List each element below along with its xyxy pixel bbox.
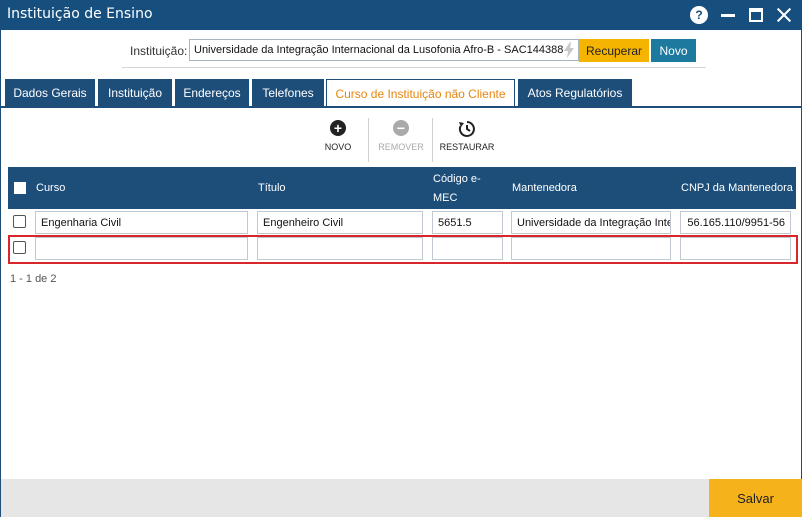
curso-cell[interactable]: Engenharia Civil [35,211,248,234]
restore-icon [458,121,475,137]
novo-label: NOVO [324,142,352,152]
recuperar-button[interactable]: Recuperar [579,39,649,62]
remover-label: REMOVER [378,142,424,152]
tab-enderecos[interactable]: Endereços [175,79,249,107]
mantenedora-cell[interactable]: Universidade da Integração Inter [511,211,671,234]
header-codigo-line1[interactable]: Código e- [433,173,481,185]
institution-input[interactable]: Universidade da Integração Internacional… [189,39,579,61]
divider [432,118,433,162]
plus-icon: + [330,120,346,136]
titulo-cell[interactable]: Engenheiro Civil [257,211,423,234]
table-row: Engenharia Civil Engenheiro Civil 5651.5… [8,209,796,235]
header-codigo-line2[interactable]: MEC [433,192,457,204]
restaurar-label: RESTAURAR [439,142,495,152]
tab-telefones[interactable]: Telefones [252,79,324,107]
novo-button[interactable]: + NOVO [319,120,357,152]
cnpj-cell[interactable]: 56.165.110/9951-56 [680,211,791,234]
tab-curso-instituicao-nao-cliente[interactable]: Curso de Instituição não Cliente [326,79,515,108]
minimize-icon[interactable] [719,6,737,24]
salvar-button[interactable]: Salvar [709,479,802,517]
close-icon[interactable] [775,6,793,24]
remover-button[interactable]: − REMOVER [375,120,427,152]
new-row-highlight [8,235,798,264]
lightning-icon[interactable] [564,42,574,58]
window: Instituição de Ensino ? Instituição: Uni… [0,0,802,517]
grid-header: Curso Título Código e- MEC Mantenedora C… [8,167,796,209]
restaurar-button[interactable]: RESTAURAR [437,120,497,152]
window-title: Instituição de Ensino [7,6,153,22]
minus-icon: − [393,120,409,136]
divider [122,67,706,68]
tab-dados-gerais[interactable]: Dados Gerais [5,79,95,107]
institution-label: Instituição: [130,44,188,58]
row-checkbox[interactable] [13,215,26,228]
help-icon[interactable]: ? [690,6,708,24]
title-bar: Instituição de Ensino ? [1,0,802,30]
maximize-icon[interactable] [747,6,765,24]
select-all-checkbox[interactable] [14,182,26,194]
tab-atos-regulatorios[interactable]: Atos Regulatórios [518,79,632,107]
divider [368,118,369,162]
codigo-cell[interactable]: 5651.5 [432,211,503,234]
pager-text: 1 - 1 de 2 [10,273,57,285]
tabs-underline [1,106,802,108]
novo-institution-button[interactable]: Novo [651,39,696,62]
footer-bar [1,479,802,517]
tab-instituicao[interactable]: Instituição [98,79,172,107]
